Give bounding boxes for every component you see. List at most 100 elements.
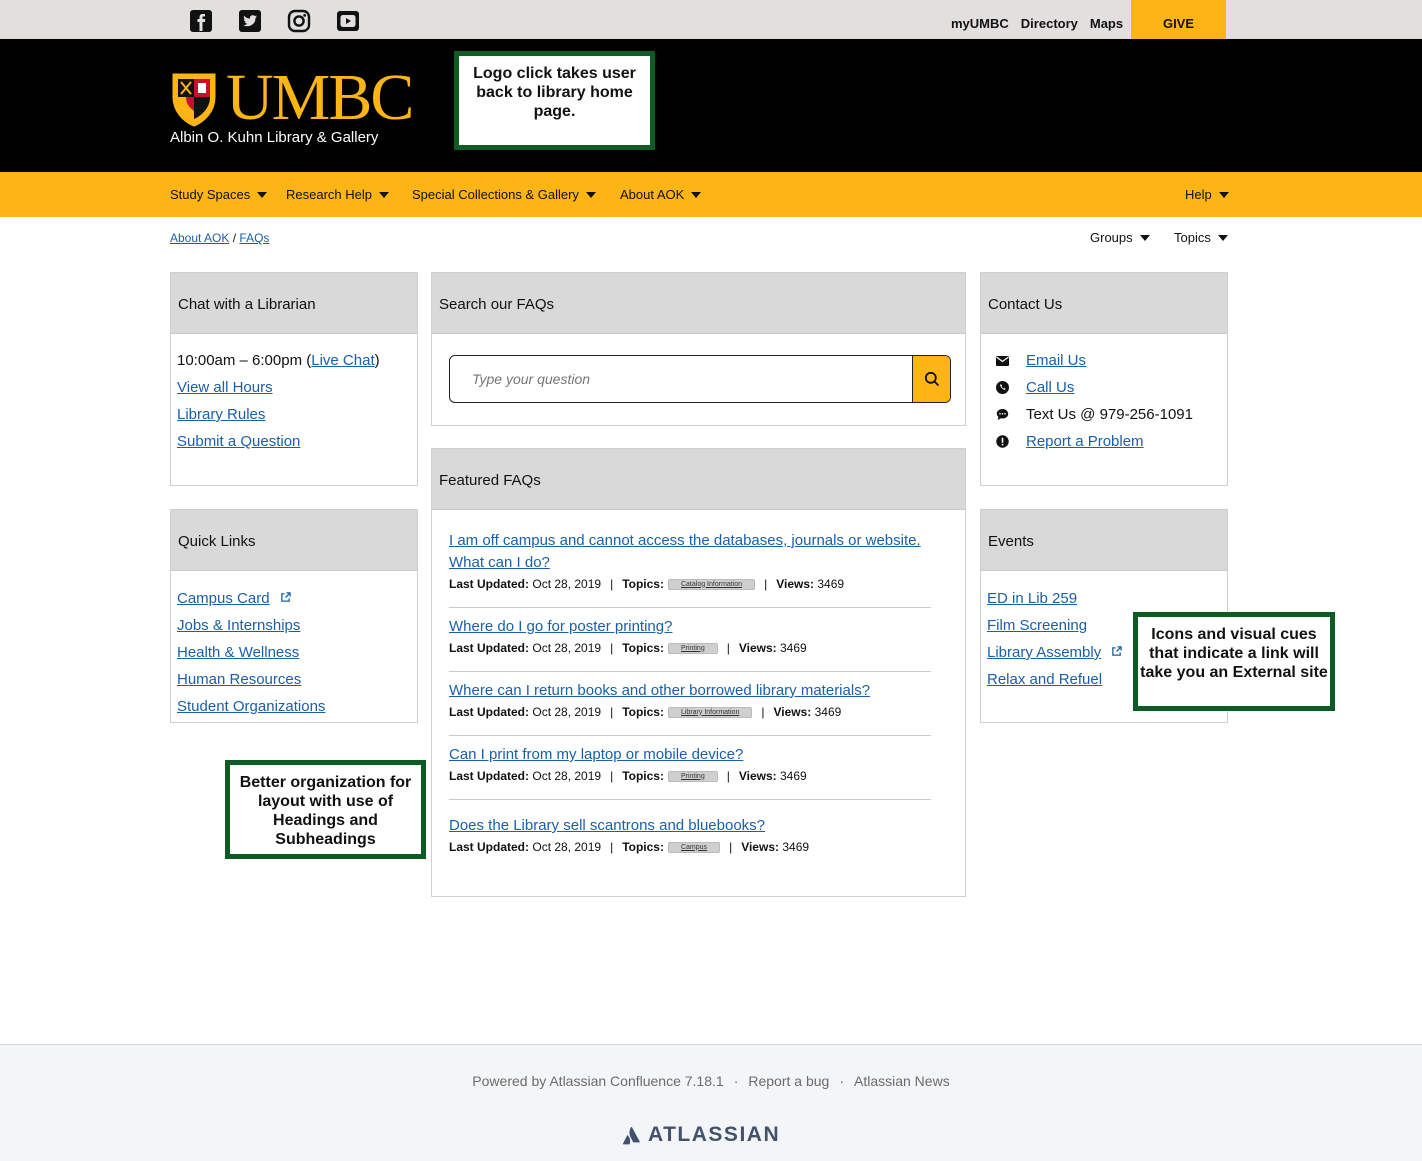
topics-dropdown[interactable]: Topics <box>1174 230 1228 245</box>
envelope-icon <box>995 354 1009 368</box>
meta-separator: | <box>610 840 614 854</box>
alert-icon <box>995 435 1009 449</box>
faq-date: Oct 28, 2019 <box>532 705 602 719</box>
health-wellness-link[interactable]: Health & Wellness <box>177 644 299 661</box>
topic-tag[interactable]: Printing <box>667 642 718 654</box>
breadcrumb-faqs[interactable]: FAQs <box>239 231 269 245</box>
myumbc-link[interactable]: myUMBC <box>951 16 1009 31</box>
topics-label: Topics: <box>622 577 664 591</box>
instagram-icon[interactable] <box>287 9 311 33</box>
chat-panel-title: Chat with a Librarian <box>171 273 417 334</box>
human-resources-link[interactable]: Human Resources <box>177 671 301 688</box>
email-row: Email Us <box>995 352 1086 369</box>
facebook-icon[interactable] <box>189 9 213 33</box>
umbc-logo[interactable]: UMBC Albin O. Kuhn Library & Gallery <box>170 65 415 151</box>
quick-links-title: Quick Links <box>171 510 417 571</box>
faq-date: Oct 28, 2019 <box>532 641 602 655</box>
phone-icon <box>995 381 1009 395</box>
atlassian-news-link[interactable]: Atlassian News <box>854 1073 950 1089</box>
caret-down-icon <box>691 191 702 198</box>
nav-help[interactable]: Help <box>1185 187 1229 202</box>
breadcrumb-separator: / <box>232 231 237 245</box>
twitter-icon[interactable] <box>238 9 262 33</box>
text-us-number: Text Us @ 979-256-1091 <box>1026 406 1193 423</box>
hours-line: 10:00am – 6:00pm (Live Chat) <box>177 352 380 369</box>
submit-question-link[interactable]: Submit a Question <box>177 433 300 450</box>
breadcrumb-about-aok[interactable]: About AOK <box>170 231 229 245</box>
faq-question-link[interactable]: Can I print from my laptop or mobile dev… <box>449 744 931 766</box>
hours-close: ) <box>374 352 380 369</box>
shield-icon <box>172 73 216 127</box>
faq-views: 3469 <box>780 641 807 655</box>
main-nav: Study Spaces Research Help Special Colle… <box>0 172 1422 217</box>
report-row: Report a Problem <box>995 433 1144 450</box>
student-organizations-link[interactable]: Student Organizations <box>177 698 325 715</box>
event-ed-in-lib-link[interactable]: ED in Lib 259 <box>987 590 1077 607</box>
topic-tag[interactable]: Library Information <box>667 706 753 718</box>
meta-separator: | <box>610 577 614 591</box>
footer-dot: · <box>733 1073 739 1089</box>
external-link-annotation: Icons and visual cues that indicate a li… <box>1133 612 1335 711</box>
footer-links: Powered by Atlassian Confluence 7.18.1 · R… <box>0 1073 1422 1089</box>
topic-tag[interactable]: Catalog Information <box>667 578 756 590</box>
faq-item: I am off campus and cannot access the da… <box>449 530 931 591</box>
topic-tag[interactable]: Printing <box>667 770 718 782</box>
faq-question-link[interactable]: Where can I return books and other borro… <box>449 680 931 702</box>
faq-meta: Last Updated: Oct 28, 2019 | Topics: Printi… <box>449 641 931 655</box>
faq-question-link[interactable]: I am off campus and cannot access the da… <box>449 530 931 574</box>
maps-link[interactable]: Maps <box>1090 16 1123 31</box>
faq-divider <box>449 607 931 608</box>
call-row: Call Us <box>995 379 1074 396</box>
call-us-link[interactable]: Call Us <box>1026 379 1074 396</box>
library-name: Albin O. Kuhn Library & Gallery <box>170 129 379 146</box>
faq-question-link[interactable]: Where do I go for poster printing? <box>449 616 931 638</box>
utility-links: myUMBC Directory Maps <box>951 16 1135 31</box>
faq-meta: Last Updated: Oct 28, 2019 | Topics: Librar… <box>449 705 931 719</box>
faq-divider <box>449 671 931 672</box>
topic-tag[interactable]: Campus <box>667 841 721 853</box>
nav-research-help[interactable]: Research Help <box>286 187 389 202</box>
search-icon <box>924 371 939 387</box>
event-relax-refuel-link[interactable]: Relax and Refuel <box>987 671 1102 688</box>
site-header: UMBC Albin O. Kuhn Library & Gallery Log… <box>0 39 1422 172</box>
updated-label: Last Updated: <box>449 641 530 655</box>
nav-special-collections[interactable]: Special Collections & Gallery <box>412 187 596 202</box>
groups-label: Groups <box>1090 230 1133 245</box>
jobs-internships-link[interactable]: Jobs & Internships <box>177 617 300 634</box>
directory-link[interactable]: Directory <box>1021 16 1078 31</box>
utility-bar: myUMBC Directory Maps GIVE <box>0 0 1422 52</box>
email-us-link[interactable]: Email Us <box>1026 352 1086 369</box>
meta-separator: | <box>610 705 614 719</box>
contact-panel-title: Contact Us <box>981 273 1227 334</box>
live-chat-link[interactable]: Live Chat <box>311 352 374 369</box>
layout-annotation: Better organization for layout with use … <box>225 760 426 859</box>
faq-divider <box>449 735 931 736</box>
search-button[interactable] <box>912 356 950 402</box>
atlassian-icon <box>622 1127 640 1145</box>
report-bug-link[interactable]: Report a bug <box>748 1073 829 1089</box>
updated-label: Last Updated: <box>449 840 530 854</box>
event-library-assembly-link[interactable]: Library Assembly <box>987 644 1101 661</box>
meta-separator: | <box>610 641 614 655</box>
views-label: Views: <box>738 641 777 655</box>
nav-study-spaces[interactable]: Study Spaces <box>170 187 268 202</box>
social-links <box>189 9 385 33</box>
faq-item: Does the Library sell scantrons and blue… <box>449 815 931 854</box>
search-input[interactable] <box>450 356 910 402</box>
meta-separator: | <box>726 641 730 655</box>
caret-down-icon <box>1218 191 1229 198</box>
faq-views: 3469 <box>780 769 807 783</box>
nav-about-aok[interactable]: About AOK <box>620 187 702 202</box>
campus-card-link[interactable]: Campus Card <box>177 590 270 607</box>
meta-separator: | <box>729 840 733 854</box>
youtube-icon[interactable] <box>336 9 360 33</box>
library-rules-link[interactable]: Library Rules <box>177 406 265 423</box>
view-all-hours-link[interactable]: View all Hours <box>177 379 273 396</box>
report-problem-link[interactable]: Report a Problem <box>1026 433 1144 450</box>
event-film-screening-link[interactable]: Film Screening <box>987 617 1087 634</box>
groups-dropdown[interactable]: Groups <box>1090 230 1150 245</box>
faq-question-link[interactable]: Does the Library sell scantrons and blue… <box>449 815 931 837</box>
featured-faqs-title: Featured FAQs <box>432 449 965 510</box>
faq-item: Where can I return books and other borro… <box>449 680 931 719</box>
caret-down-icon <box>379 191 389 198</box>
